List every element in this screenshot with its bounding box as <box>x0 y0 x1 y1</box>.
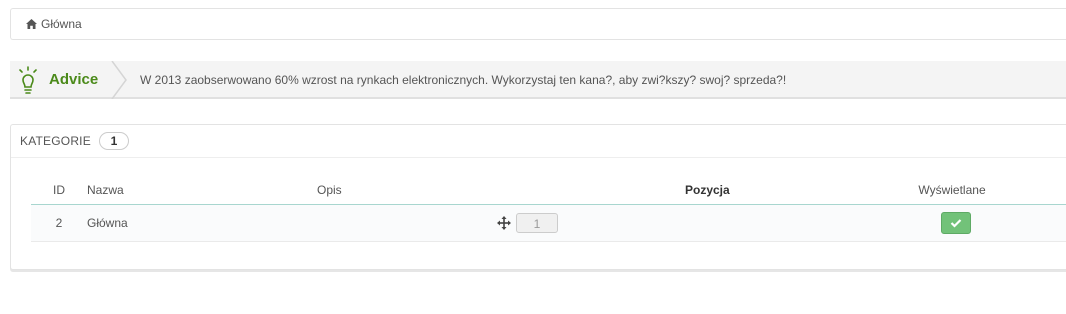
breadcrumb-home-link[interactable]: Główna <box>41 17 82 31</box>
column-header-displayed[interactable]: Wyświetlane <box>837 176 1066 205</box>
table-header-row: ID Nazwa Opis Pozycja Wyświetlane <box>31 176 1066 205</box>
home-icon <box>26 19 37 29</box>
column-header-name[interactable]: Nazwa <box>87 176 317 205</box>
chevron-right-icon <box>111 61 127 99</box>
row-description <box>317 204 497 242</box>
categories-panel: KATEGORIE 1 ID Nazwa Opis Pozycja Wyświe… <box>10 124 1066 270</box>
row-displayed-cell <box>837 204 1066 242</box>
table-row[interactable]: 2 Główna 1 <box>31 204 1066 242</box>
row-id: 2 <box>31 204 87 242</box>
displayed-toggle-button[interactable] <box>941 212 971 234</box>
check-icon <box>950 219 962 228</box>
column-header-id[interactable]: ID <box>31 176 87 205</box>
panel-heading: KATEGORIE 1 <box>11 125 1066 158</box>
lightbulb-icon <box>19 66 37 94</box>
drag-handle-icon[interactable] <box>497 216 511 230</box>
panel-title: KATEGORIE <box>20 134 91 148</box>
column-header-position-label: Pozycja <box>685 183 730 197</box>
breadcrumb: Główna <box>10 8 1066 40</box>
advice-text: W 2013 zaobserwowano 60% wzrost na rynka… <box>140 73 787 87</box>
row-name: Główna <box>87 204 317 242</box>
column-header-description[interactable]: Opis <box>317 176 497 205</box>
categories-table: ID Nazwa Opis Pozycja Wyświetlane 2 Głów… <box>31 176 1066 242</box>
count-badge: 1 <box>98 132 129 150</box>
column-header-position[interactable]: Pozycja <box>497 176 837 205</box>
advice-banner: Advice W 2013 zaobserwowano 60% wzrost n… <box>10 61 1066 99</box>
advice-title: Advice <box>49 71 99 88</box>
position-input[interactable]: 1 <box>516 213 558 233</box>
row-position-cell: 1 <box>497 204 837 242</box>
